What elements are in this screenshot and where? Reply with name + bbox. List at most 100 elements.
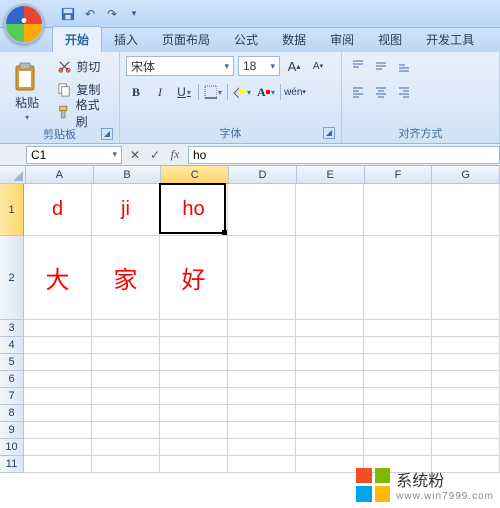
cell-B1[interactable]: ji: [92, 184, 160, 236]
cell-E3[interactable]: [296, 320, 364, 337]
italic-button[interactable]: I: [150, 82, 170, 102]
cell-B5[interactable]: [92, 354, 160, 371]
cell-B10[interactable]: [92, 439, 160, 456]
cell-E4[interactable]: [296, 337, 364, 354]
font-size-combo[interactable]: 18 ▾: [238, 56, 280, 76]
cell-B2[interactable]: 家: [92, 236, 160, 320]
cell-F7[interactable]: [364, 388, 432, 405]
cell-A1[interactable]: d: [24, 184, 92, 236]
cell-F9[interactable]: [364, 422, 432, 439]
cell-A5[interactable]: [24, 354, 92, 371]
tab-data[interactable]: 数据: [270, 27, 318, 52]
enter-button[interactable]: ✓: [146, 148, 164, 162]
cell-G8[interactable]: [432, 405, 500, 422]
col-header-B[interactable]: B: [94, 166, 162, 184]
cell-A2[interactable]: 大: [24, 236, 92, 320]
underline-button[interactable]: U▾: [174, 82, 194, 102]
cell-A7[interactable]: [24, 388, 92, 405]
tab-formulas[interactable]: 公式: [222, 27, 270, 52]
fill-color-button[interactable]: ▾: [232, 82, 252, 102]
cell-G5[interactable]: [432, 354, 500, 371]
cell-B7[interactable]: [92, 388, 160, 405]
col-header-F[interactable]: F: [365, 166, 433, 184]
row-header-6[interactable]: 6: [0, 371, 24, 388]
cut-button[interactable]: 剪切: [54, 56, 113, 77]
cell-A9[interactable]: [24, 422, 92, 439]
cell-D6[interactable]: [228, 371, 296, 388]
paste-button[interactable]: 粘贴 ▾: [6, 56, 48, 124]
font-launcher-icon[interactable]: ◢: [323, 127, 335, 139]
col-header-E[interactable]: E: [297, 166, 365, 184]
tab-page-layout[interactable]: 页面布局: [150, 27, 222, 52]
cell-E6[interactable]: [296, 371, 364, 388]
cell-E1[interactable]: [296, 184, 364, 236]
cell-E5[interactable]: [296, 354, 364, 371]
cell-F10[interactable]: [364, 439, 432, 456]
cell-B6[interactable]: [92, 371, 160, 388]
cancel-button[interactable]: ✕: [126, 148, 144, 162]
save-icon[interactable]: [60, 6, 76, 22]
cell-D11[interactable]: [228, 456, 296, 473]
tab-view[interactable]: 视图: [366, 27, 414, 52]
cell-C11[interactable]: [160, 456, 228, 473]
align-left-button[interactable]: [348, 82, 368, 102]
select-all-button[interactable]: [0, 166, 26, 184]
cell-F3[interactable]: [364, 320, 432, 337]
tab-insert[interactable]: 插入: [102, 27, 150, 52]
redo-icon[interactable]: ↷: [104, 6, 120, 22]
cell-B4[interactable]: [92, 337, 160, 354]
align-right-button[interactable]: [394, 82, 414, 102]
cell-G3[interactable]: [432, 320, 500, 337]
row-header-10[interactable]: 10: [0, 439, 24, 456]
cell-D2[interactable]: [228, 236, 296, 320]
border-button[interactable]: ▾: [203, 82, 223, 102]
cell-F6[interactable]: [364, 371, 432, 388]
undo-icon[interactable]: ↶: [82, 6, 98, 22]
cell-B3[interactable]: [92, 320, 160, 337]
tab-review[interactable]: 审阅: [318, 27, 366, 52]
cell-F4[interactable]: [364, 337, 432, 354]
font-name-combo[interactable]: 宋体 ▾: [126, 56, 234, 76]
cell-C7[interactable]: [160, 388, 228, 405]
formula-input[interactable]: ho: [188, 146, 500, 164]
align-bottom-button[interactable]: [394, 56, 414, 76]
phonetic-button[interactable]: wén▾: [285, 82, 305, 102]
col-header-D[interactable]: D: [229, 166, 297, 184]
align-middle-button[interactable]: [371, 56, 391, 76]
row-header-3[interactable]: 3: [0, 320, 24, 337]
row-header-1[interactable]: 1: [0, 184, 24, 236]
cell-C3[interactable]: [160, 320, 228, 337]
cell-D5[interactable]: [228, 354, 296, 371]
fx-button[interactable]: fx: [166, 147, 184, 162]
cell-A3[interactable]: [24, 320, 92, 337]
tab-home[interactable]: 开始: [52, 26, 102, 52]
shrink-font-button[interactable]: A▾: [308, 56, 328, 76]
cell-G2[interactable]: [432, 236, 500, 320]
grow-font-button[interactable]: A▴: [284, 56, 304, 76]
cell-E7[interactable]: [296, 388, 364, 405]
cell-C9[interactable]: [160, 422, 228, 439]
cell-D7[interactable]: [228, 388, 296, 405]
align-center-button[interactable]: [371, 82, 391, 102]
row-header-4[interactable]: 4: [0, 337, 24, 354]
cell-D3[interactable]: [228, 320, 296, 337]
cell-A8[interactable]: [24, 405, 92, 422]
qat-customize-caret[interactable]: ▾: [126, 6, 142, 22]
cell-C6[interactable]: [160, 371, 228, 388]
cell-G4[interactable]: [432, 337, 500, 354]
cell-G1[interactable]: [432, 184, 500, 236]
cell-C10[interactable]: [160, 439, 228, 456]
cell-B8[interactable]: [92, 405, 160, 422]
cell-D4[interactable]: [228, 337, 296, 354]
cell-E2[interactable]: [296, 236, 364, 320]
align-top-button[interactable]: [348, 56, 368, 76]
cell-G6[interactable]: [432, 371, 500, 388]
cell-A11[interactable]: [24, 456, 92, 473]
row-header-7[interactable]: 7: [0, 388, 24, 405]
row-header-9[interactable]: 9: [0, 422, 24, 439]
cell-G10[interactable]: [432, 439, 500, 456]
cell-F1[interactable]: [364, 184, 432, 236]
office-button[interactable]: [4, 4, 44, 44]
cell-A10[interactable]: [24, 439, 92, 456]
row-header-2[interactable]: 2: [0, 236, 24, 320]
